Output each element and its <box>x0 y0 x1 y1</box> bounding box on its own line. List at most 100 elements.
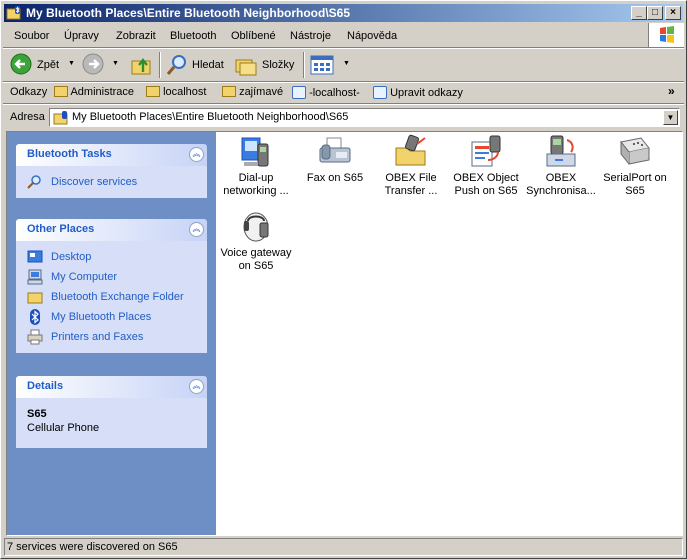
service-label: Fax on S65 <box>306 172 364 184</box>
back-label: Zpět <box>37 59 60 71</box>
place-printers-and-faxes[interactable]: Printers and Faxes <box>16 327 207 347</box>
link-localhost-page[interactable]: -localhost- <box>292 86 360 99</box>
place-my-computer[interactable]: My Computer <box>16 267 207 287</box>
place-my-bluetooth-places[interactable]: My Bluetooth Places <box>16 307 207 327</box>
folders-label: Složky <box>262 59 295 71</box>
back-dropdown[interactable]: ▼ <box>66 49 78 81</box>
bluetooth-folder-icon <box>53 111 68 125</box>
menu-napoveda[interactable]: Nápověda <box>347 30 397 42</box>
service-fax[interactable]: Fax on S65 <box>298 134 372 185</box>
device-name: S65 <box>27 408 47 420</box>
panel-title: Other Places <box>27 223 95 235</box>
service-obex-file-transfer[interactable]: OBEX File Transfer ... <box>374 134 448 198</box>
obex-object-push-icon <box>471 135 501 167</box>
up-folder-button[interactable] <box>128 49 156 81</box>
task-label: Discover services <box>51 176 138 188</box>
up-folder-icon <box>131 58 151 75</box>
place-label: My Computer <box>51 271 118 283</box>
bluetooth-tasks-header[interactable]: Bluetooth Tasks ︽ <box>16 144 207 166</box>
service-obex-object-push[interactable]: OBEX Object Push on S65 <box>449 134 523 198</box>
close-button[interactable]: × <box>665 6 681 20</box>
link-administrace[interactable]: Administrace <box>54 86 134 98</box>
explorer-window: My Bluetooth Places\Entire Bluetooth Nei… <box>0 0 687 559</box>
main-content: Bluetooth Tasks ︽ Discover services Othe… <box>6 131 683 536</box>
address-label: Adresa <box>10 111 45 123</box>
service-label: OBEX File Transfer ... <box>384 172 438 197</box>
views-button[interactable]: ▼ <box>308 49 354 81</box>
link-label: zajímavé <box>239 86 284 98</box>
bluetooth-folder-icon <box>6 6 21 20</box>
place-label: Desktop <box>51 251 92 263</box>
collapse-chevron-icon[interactable]: ︽ <box>189 222 204 237</box>
window-title: My Bluetooth Places\Entire Bluetooth Nei… <box>26 6 351 20</box>
obex-file-transfer-icon <box>395 134 426 166</box>
folder-icon <box>146 86 160 97</box>
details-header[interactable]: Details ︽ <box>16 376 207 398</box>
bluetooth-icon <box>30 309 40 325</box>
back-button[interactable]: Zpět <box>8 49 66 81</box>
task-discover-services[interactable]: Discover services <box>16 172 207 192</box>
search-icon <box>27 175 41 189</box>
folder-icon <box>54 86 68 97</box>
place-bluetooth-exchange-folder[interactable]: Bluetooth Exchange Folder <box>16 287 207 307</box>
address-field[interactable]: My Bluetooth Places\Entire Bluetooth Nei… <box>49 108 680 127</box>
menu-bluetooth[interactable]: Bluetooth <box>170 30 216 42</box>
search-button[interactable]: Hledat <box>164 49 230 81</box>
place-desktop[interactable]: Desktop <box>16 247 207 267</box>
chevron-down-icon: ▼ <box>68 60 75 67</box>
service-obex-synchronisation[interactable]: OBEX Synchronisa... <box>524 134 598 198</box>
collapse-chevron-icon[interactable]: ︽ <box>189 379 204 394</box>
links-overflow-chevron-icon[interactable]: » <box>668 84 675 98</box>
chevron-down-icon: ▼ <box>112 60 119 67</box>
menu-zobrazit[interactable]: Zobrazit <box>116 30 156 42</box>
chevron-down-icon: ▼ <box>343 60 350 67</box>
panel-title: Bluetooth Tasks <box>27 148 112 160</box>
details-body: S65 Cellular Phone <box>16 398 207 448</box>
printer-icon <box>27 329 43 345</box>
menu-soubor[interactable]: Soubor <box>14 30 49 42</box>
toolbar-separator <box>159 52 161 78</box>
serial-port-icon <box>620 137 650 165</box>
folder-icon <box>27 292 43 304</box>
menu-oblibene[interactable]: Oblíbené <box>231 30 276 42</box>
bluetooth-tasks-body: Discover services <box>16 166 207 198</box>
dialup-phone-icon <box>241 137 269 167</box>
place-label: Bluetooth Exchange Folder <box>51 291 184 303</box>
service-label: Voice gateway on S65 <box>220 247 292 272</box>
link-upravit-odkazy[interactable]: Upravit odkazy <box>373 86 463 99</box>
collapse-chevron-icon[interactable]: ︽ <box>189 147 204 162</box>
forward-button[interactable]: ▼ <box>80 49 126 81</box>
folders-button[interactable]: Složky <box>232 49 298 81</box>
desktop-icon <box>27 250 43 263</box>
task-pane: Bluetooth Tasks ︽ Discover services Othe… <box>7 132 216 535</box>
ie-page-icon <box>373 86 387 99</box>
link-label: Upravit odkazy <box>390 87 463 99</box>
other-places-panel: Other Places ︽ Desktop My Computer Bluet… <box>16 219 207 353</box>
link-label: -localhost- <box>309 87 360 99</box>
address-value: My Bluetooth Places\Entire Bluetooth Nei… <box>72 111 349 123</box>
service-serial-port[interactable]: SerialPort on S65 <box>598 134 672 198</box>
obex-sync-icon <box>546 135 576 167</box>
service-voice-gateway[interactable]: Voice gateway on S65 <box>219 209 293 273</box>
service-label: OBEX Object Push on S65 <box>453 172 519 197</box>
maximize-button[interactable]: □ <box>647 6 663 20</box>
service-label: SerialPort on S65 <box>603 172 667 197</box>
windows-logo-icon <box>648 23 684 47</box>
toolbar-separator <box>303 52 305 78</box>
voice-gateway-icon <box>243 212 269 242</box>
menu-nastroje[interactable]: Nástroje <box>290 30 331 42</box>
title-bar[interactable]: My Bluetooth Places\Entire Bluetooth Nei… <box>4 4 683 22</box>
details-panel: Details ︽ S65 Cellular Phone <box>16 376 207 448</box>
link-localhost[interactable]: localhost <box>146 86 206 98</box>
address-dropdown-button[interactable]: ▼ <box>663 110 678 125</box>
minimize-button[interactable]: _ <box>631 6 647 20</box>
my-computer-icon <box>27 269 43 285</box>
standard-toolbar: Zpět ▼ ▼ Hledat Složky ▼ <box>4 49 683 81</box>
link-zajimave[interactable]: zajímavé <box>222 86 283 98</box>
other-places-header[interactable]: Other Places ︽ <box>16 219 207 241</box>
menu-upravy[interactable]: Úpravy <box>64 30 99 42</box>
links-label: Odkazy <box>10 86 48 98</box>
service-dialup-networking[interactable]: Dial-up networking ... <box>219 134 293 198</box>
other-places-body: Desktop My Computer Bluetooth Exchange F… <box>16 241 207 353</box>
menu-bar: Soubor Úpravy Zobrazit Bluetooth Oblíben… <box>4 25 644 47</box>
